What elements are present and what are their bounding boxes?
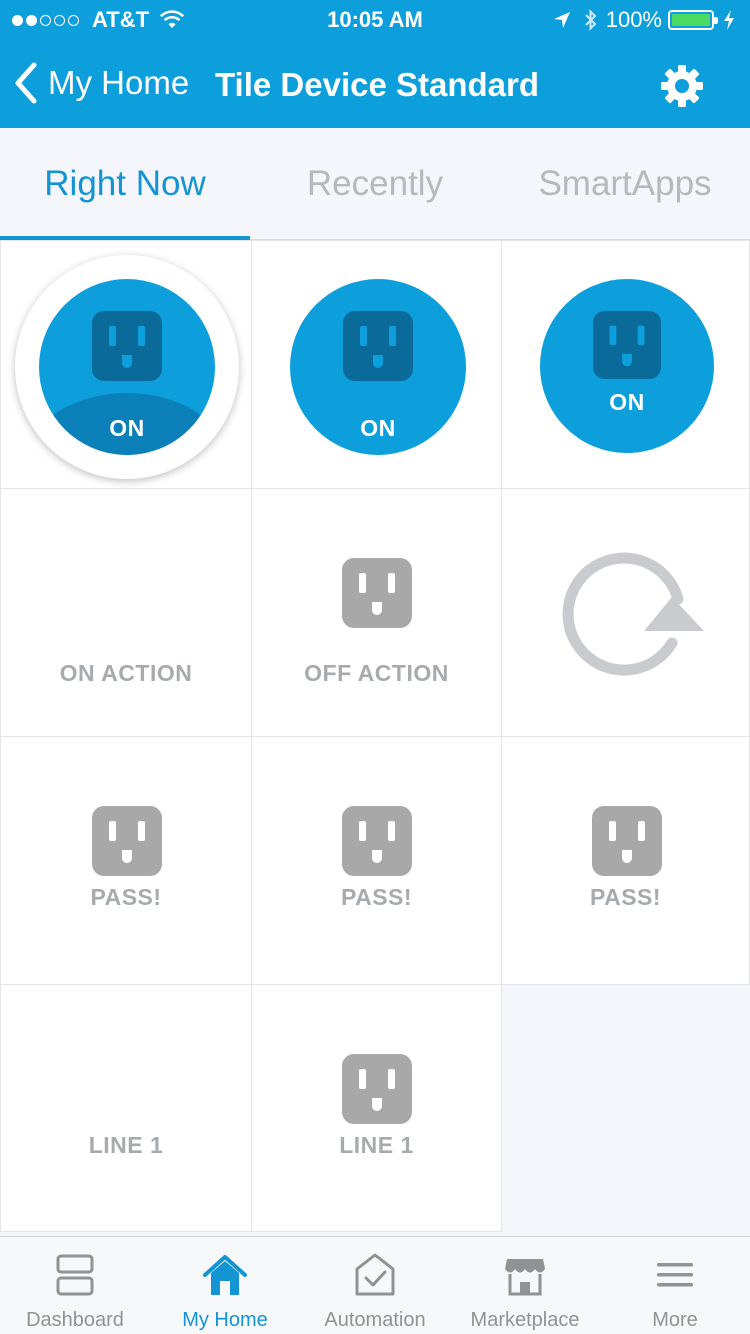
device-tabs: Right Now Recently SmartApps — [0, 128, 750, 240]
tile-label: LINE 1 — [339, 1132, 414, 1158]
on-action-tile[interactable]: ON ACTION — [0, 488, 252, 737]
tile-label: PASS! — [90, 884, 162, 910]
status-tile[interactable]: PASS! — [0, 736, 252, 985]
switch-tile[interactable]: ON — [501, 240, 750, 489]
tabbar-label: More — [652, 1309, 698, 1331]
back-button[interactable]: My Home — [14, 62, 189, 104]
menu-icon — [657, 1263, 693, 1287]
tile-state-label: ON — [360, 415, 396, 441]
tabbar-marketplace[interactable]: Marketplace — [450, 1237, 600, 1334]
tile-label: ON ACTION — [59, 660, 193, 686]
tabbar-more[interactable]: More — [600, 1237, 750, 1334]
tabbar-label: Marketplace — [470, 1309, 580, 1331]
outlet-icon — [343, 311, 413, 381]
line-tile[interactable]: LINE 1 — [251, 984, 502, 1232]
charging-bolt-icon — [724, 10, 734, 30]
chevron-left-icon — [15, 62, 37, 104]
app-screen: AT&T 10:05 AM 100% My Home Tile Device S… — [0, 0, 750, 1334]
bluetooth-icon — [585, 9, 597, 31]
tabbar-dashboard[interactable]: Dashboard — [0, 1237, 150, 1334]
outlet-icon — [342, 558, 412, 628]
dashboard-icon — [56, 1254, 94, 1296]
outlet-icon — [592, 806, 662, 876]
automation-icon — [355, 1253, 395, 1296]
tab-recently[interactable]: Recently — [250, 128, 500, 239]
status-tile[interactable]: PASS! — [251, 736, 502, 985]
tab-smartapps[interactable]: SmartApps — [500, 128, 750, 239]
status-tile[interactable]: PASS! — [501, 736, 750, 985]
back-button-label: My Home — [48, 64, 190, 101]
battery-icon — [668, 10, 718, 30]
refresh-icon — [562, 552, 704, 676]
tile-label: PASS! — [340, 884, 413, 910]
tabbar-my-home[interactable]: My Home — [150, 1237, 300, 1334]
tabbar-label: My Home — [182, 1309, 268, 1331]
tile-grid: ON ON ON ON ACTION OFF ACTION PASS! PASS… — [0, 240, 750, 1232]
switch-tile[interactable]: ON — [251, 240, 502, 489]
navigation-bar: My Home Tile Device Standard — [0, 40, 750, 128]
location-arrow-icon — [553, 12, 570, 28]
main-switch-tile[interactable]: ON — [0, 240, 252, 489]
bottom-tab-bar: Dashboard My Home Automation Marketplace… — [0, 1236, 750, 1334]
outlet-icon — [342, 1054, 412, 1124]
marketplace-icon — [505, 1259, 545, 1296]
tile-state-label: ON — [109, 415, 145, 441]
page-title: Tile Device Standard — [215, 66, 540, 103]
outlet-icon — [92, 311, 162, 381]
off-action-tile[interactable]: OFF ACTION — [251, 488, 502, 737]
tab-right-now[interactable]: Right Now — [0, 128, 250, 240]
status-bar: AT&T 10:05 AM 100% — [0, 0, 750, 40]
outlet-icon — [342, 806, 412, 876]
switch-on-circle[interactable]: ON — [540, 279, 714, 453]
tabbar-label: Dashboard — [26, 1309, 124, 1331]
tabbar-automation[interactable]: Automation — [300, 1237, 450, 1334]
tile-label: OFF ACTION — [304, 660, 449, 686]
home-icon — [203, 1255, 247, 1295]
gear-icon[interactable] — [658, 62, 706, 110]
outlet-icon — [593, 311, 661, 379]
top-bar: AT&T 10:05 AM 100% My Home Tile Device S… — [0, 0, 750, 128]
outlet-icon — [92, 806, 162, 876]
switch-on-circle[interactable]: ON — [290, 279, 466, 455]
battery-percentage: 100% — [605, 7, 662, 32]
tile-label: PASS! — [589, 884, 662, 910]
tile-label: LINE 1 — [88, 1132, 164, 1158]
refresh-tile[interactable] — [501, 488, 750, 737]
switch-on-circle[interactable]: ON — [39, 279, 215, 455]
tile-state-label: ON — [609, 389, 645, 415]
tabbar-label: Automation — [324, 1309, 426, 1331]
line-tile[interactable]: LINE 1 — [0, 984, 252, 1232]
